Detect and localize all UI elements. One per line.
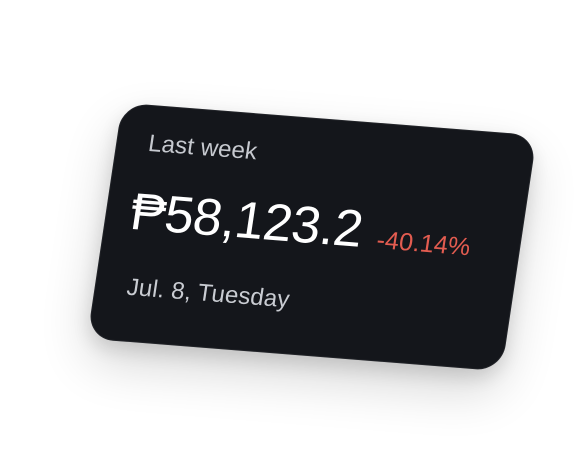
percent-change: -40.14% bbox=[374, 226, 473, 262]
total-amount: ₱58,123.2 bbox=[126, 182, 367, 259]
period-label: Last week bbox=[146, 129, 260, 166]
summary-card: Last week ₱58,123.2 -40.14% Jul. 8, Tues… bbox=[87, 102, 537, 372]
amount-row: ₱58,123.2 -40.14% bbox=[126, 182, 475, 264]
date-label: Jul. 8, Tuesday bbox=[124, 273, 292, 314]
scene: Last week ₱58,123.2 -40.14% Jul. 8, Tues… bbox=[0, 0, 578, 475]
